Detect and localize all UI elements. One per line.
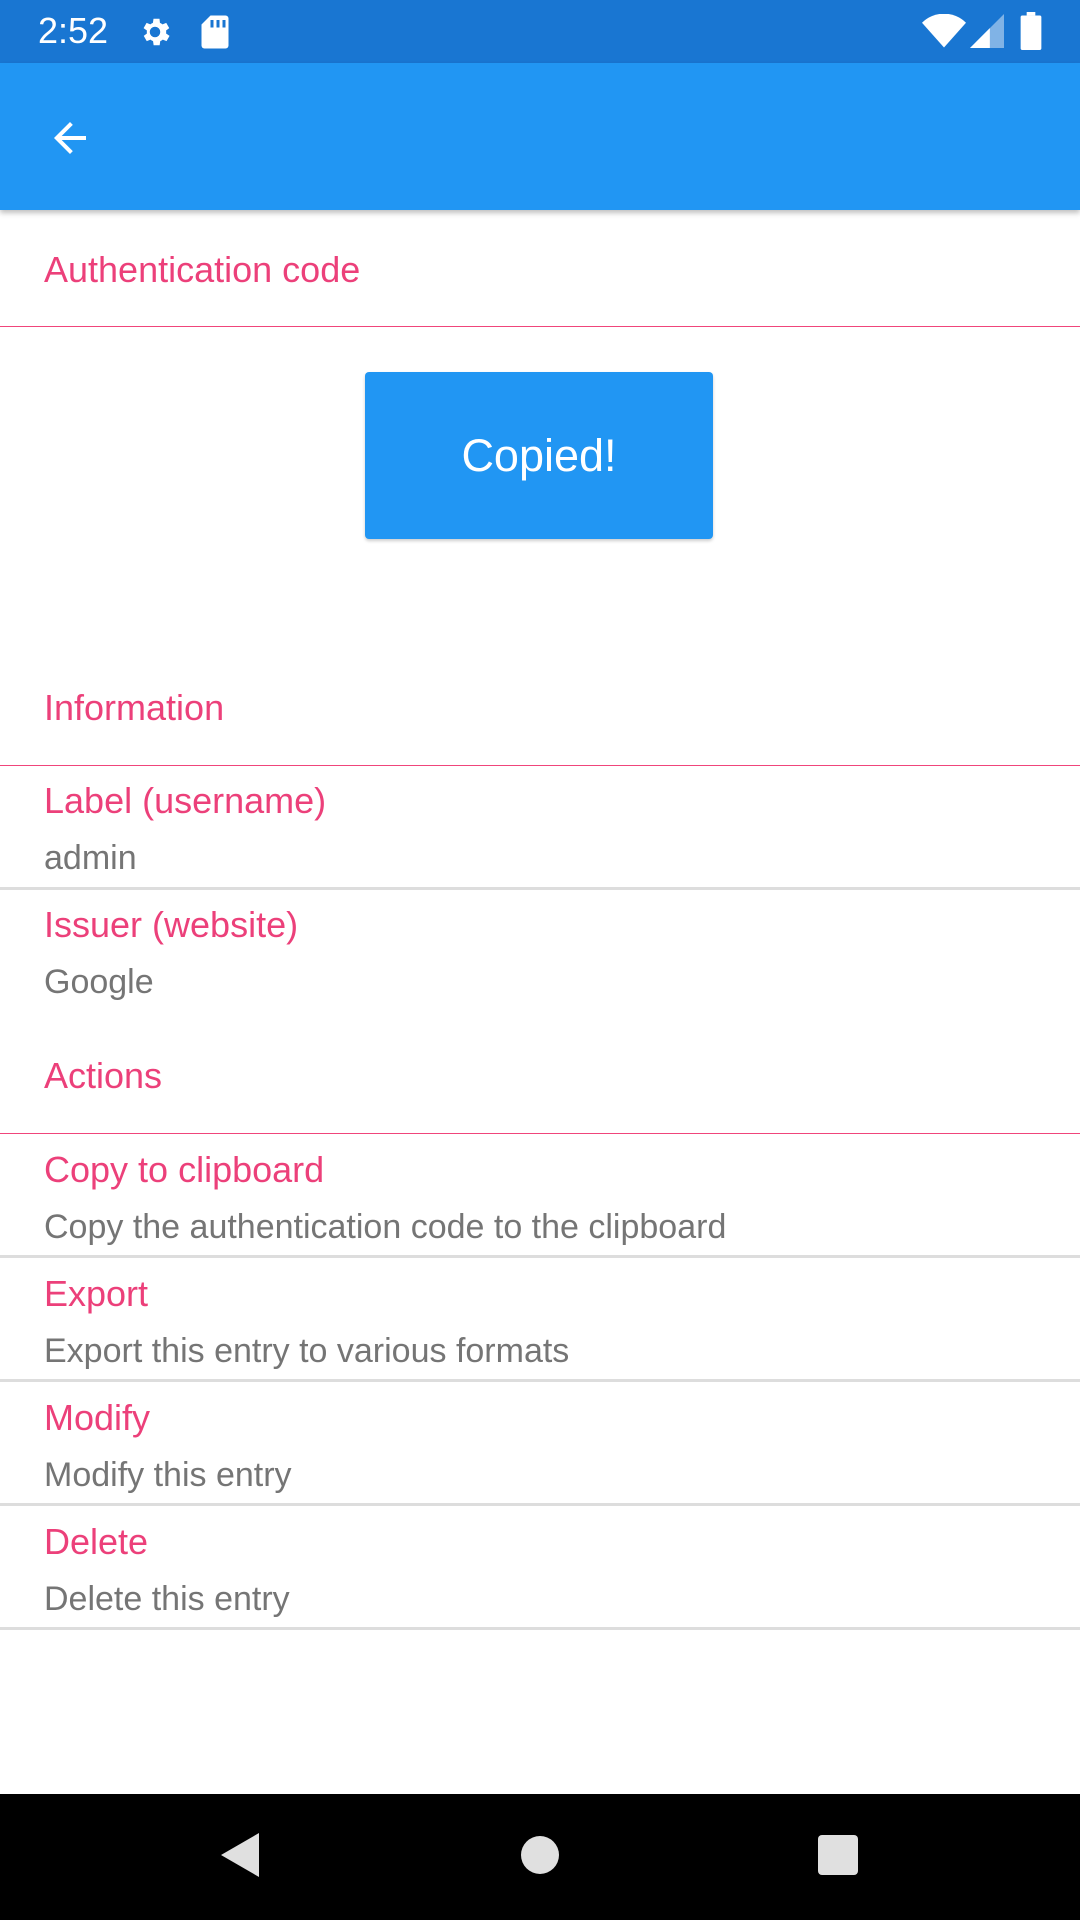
pref-item-summary: Export this entry to various formats [44,1332,570,1370]
status-time: 2:52 [38,10,109,51]
app-bar [0,63,1080,210]
pref-item-summary: Modify this entry [44,1456,292,1494]
nav-back-button[interactable] [206,1824,272,1890]
cell-signal-icon [970,14,1004,48]
pref-item-label[interactable]: Label (username) admin [0,766,1080,890]
sd-card-icon [200,14,230,50]
nav-bar [0,1794,1080,1920]
home-circle-icon [520,1835,560,1880]
info-section-header: Information [0,660,1080,766]
pref-item-title: Copy to clipboard [44,1149,325,1190]
pref-item-summary: Google [44,963,154,1001]
nav-home-button[interactable] [507,1824,573,1890]
pref-item-title: Modify [44,1397,151,1438]
arrow-back-icon [46,114,94,167]
auth-code-button[interactable]: Copied! [365,372,713,539]
back-triangle-icon [217,1831,261,1884]
recents-square-icon [818,1834,858,1880]
settings-gear-icon [137,14,173,50]
info-section-title: Information [44,687,225,728]
divider [0,1627,1080,1630]
battery-icon [1020,12,1042,50]
pref-item-title: Label (username) [44,780,327,821]
pref-item-summary: admin [44,839,137,877]
action-modify[interactable]: Modify Modify this entry [0,1382,1080,1506]
auth-section-title: Authentication code [44,249,361,290]
actions-section-title: Actions [44,1055,163,1096]
auth-section-header: Authentication code [0,210,1080,327]
pref-item-summary: Delete this entry [44,1580,290,1618]
action-delete[interactable]: Delete Delete this entry [0,1506,1080,1630]
nav-recents-button[interactable] [805,1824,871,1890]
wifi-icon [922,14,966,48]
pref-item-summary: Copy the authentication code to the clip… [44,1208,727,1246]
actions-section-header: Actions [0,1030,1080,1134]
action-export[interactable]: Export Export this entry to various form… [0,1258,1080,1382]
pref-item-title: Issuer (website) [44,904,299,945]
pref-item-title: Export [44,1273,149,1314]
action-copy-to-clipboard[interactable]: Copy to clipboard Copy the authenticatio… [0,1134,1080,1258]
back-button[interactable] [34,104,106,176]
pref-item-issuer[interactable]: Issuer (website) Google [0,890,1080,1014]
pref-item-title: Delete [44,1521,149,1562]
status-bar: 2:52 [0,0,1080,63]
